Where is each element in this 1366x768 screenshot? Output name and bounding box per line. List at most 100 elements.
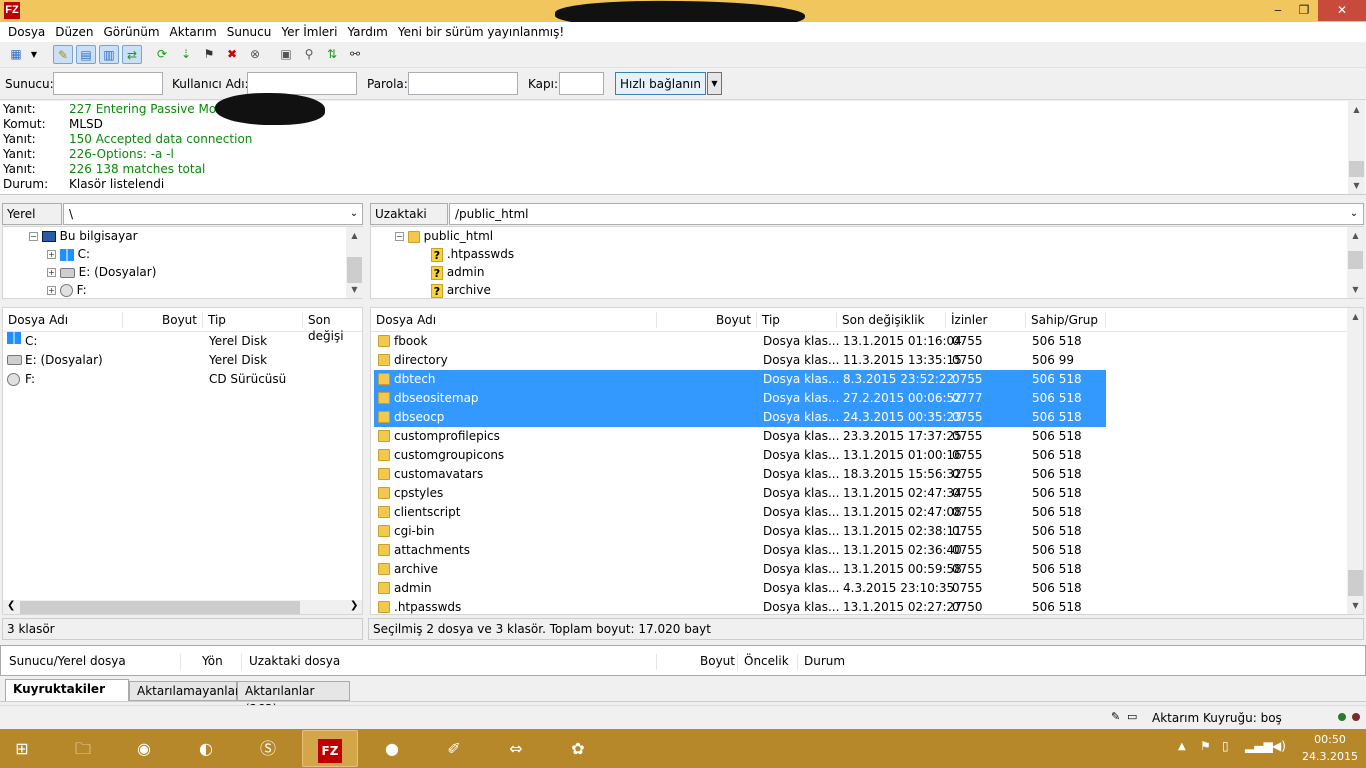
menu-sunucu[interactable]: Sunucu [222, 22, 277, 42]
table-row[interactable]: cgi-bin Dosya klas... 13.1.2015 02:38:11 07… [374, 522, 1344, 541]
table-row[interactable]: cpstyles Dosya klas... 13.1.2015 02:47:34 0… [374, 484, 1344, 503]
tree-item-htpasswds[interactable]: ? .htpasswds [431, 245, 514, 263]
scroll-up-icon[interactable]: ▲ [1347, 227, 1364, 244]
remote-path-dropdown-icon[interactable]: ⌄ [1346, 205, 1362, 223]
list-item[interactable]: C: Yerel Disk [7, 332, 357, 351]
list-item[interactable]: E: (Dosyalar) Yerel Disk [7, 351, 357, 370]
username-input[interactable] [247, 72, 357, 95]
col-direction[interactable]: Yön [196, 654, 242, 670]
scroll-down-icon[interactable]: ▼ [346, 281, 363, 298]
settings-icon[interactable]: ✿ [550, 730, 606, 767]
scroll-right-icon[interactable]: ❯ [350, 600, 358, 611]
tree-item-c[interactable]: + C: [47, 245, 90, 263]
sync-browse-icon[interactable]: ⇅ [322, 45, 342, 64]
disconnect-icon[interactable]: ⊗ [245, 45, 265, 64]
table-row[interactable]: attachments Dosya klas... 13.1.2015 02:36:… [374, 541, 1344, 560]
table-row[interactable]: .htpasswds Dosya klas... 13.1.2015 02:27:2… [374, 598, 1344, 614]
col-filename[interactable]: Dosya Adı [3, 312, 123, 328]
clock-date[interactable]: 24.3.2015 [1302, 750, 1358, 763]
table-row[interactable]: customgroupicons Dosya klas... 13.1.2015 0… [374, 446, 1344, 465]
chrome-icon[interactable]: ◉ [116, 730, 172, 767]
minimize-button[interactable]: ‒ [1266, 0, 1290, 21]
col-filename[interactable]: Dosya Adı [371, 312, 657, 328]
table-row[interactable]: archive Dosya klas... 13.1.2015 00:59:58 07… [374, 560, 1344, 579]
remote-path-input[interactable]: /public_html [449, 203, 1364, 225]
maximize-button[interactable]: ❐ [1291, 0, 1317, 21]
col-permissions[interactable]: İzinler [946, 312, 1026, 328]
col-size[interactable]: Boyut [123, 312, 203, 328]
tray-arrow-icon[interactable]: ▲ [1178, 741, 1186, 752]
scroll-thumb[interactable] [20, 601, 300, 614]
toggle-remote-tree-icon[interactable]: ▥ [99, 45, 119, 64]
port-input[interactable] [559, 72, 604, 95]
filezilla-icon[interactable]: FZ [302, 730, 358, 767]
toggle-queue-icon[interactable]: ⇄ [122, 45, 142, 64]
quickconnect-button[interactable]: Hızlı bağlanın [615, 72, 706, 95]
menu-duzen[interactable]: Düzen [50, 22, 98, 42]
col-status[interactable]: Durum [798, 654, 858, 670]
clock-time[interactable]: 00:50 [1302, 733, 1358, 746]
scroll-up-icon[interactable]: ▲ [1348, 101, 1365, 118]
table-row[interactable]: fbook Dosya klas... 13.1.2015 01:16:04 0755… [374, 332, 1344, 351]
col-modified[interactable]: Son değişiklik [837, 312, 946, 328]
password-input[interactable] [408, 72, 518, 95]
col-owner[interactable]: Sahip/Grup [1026, 312, 1106, 328]
site-manager-icon[interactable]: ▦ [6, 45, 26, 64]
teamviewer-icon[interactable]: ⇔ [488, 730, 544, 767]
tree-item-admin[interactable]: ? admin [431, 263, 484, 281]
menu-yardim[interactable]: Yardım [342, 22, 392, 42]
refresh-icon[interactable]: ⟳ [152, 45, 172, 64]
scroll-down-icon[interactable]: ▼ [1348, 177, 1365, 194]
battery-icon[interactable]: ▯ [1222, 739, 1229, 753]
table-row[interactable]: dbseocp Dosya klas... 24.3.2015 00:35:23 07… [374, 408, 1106, 427]
cancel-icon[interactable]: ✖ [222, 45, 242, 64]
compare-icon[interactable]: ⚲ [299, 45, 319, 64]
local-path-input[interactable]: \ [63, 203, 363, 225]
local-tree-scrollbar[interactable]: ▲ ▼ [346, 227, 363, 298]
list-item[interactable]: F: CD Sürücüsü [7, 370, 357, 389]
remote-list-scrollbar[interactable]: ▲ ▼ [1347, 308, 1363, 614]
table-row[interactable]: customavatars Dosya klas... 18.3.2015 15:5… [374, 465, 1344, 484]
local-path-dropdown-icon[interactable]: ⌄ [346, 205, 362, 223]
filter-flag-icon[interactable]: ⚑ [199, 45, 219, 64]
search-icon[interactable]: ⚯ [345, 45, 365, 64]
menu-gorunum[interactable]: Görünüm [98, 22, 164, 42]
table-row[interactable]: clientscript Dosya klas... 13.1.2015 02:47… [374, 503, 1344, 522]
remote-tree-scrollbar[interactable]: ▲ ▼ [1347, 227, 1364, 298]
host-input[interactable] [53, 72, 163, 95]
table-row[interactable]: dbseositemap Dosya klas... 27.2.2015 00:06… [374, 389, 1106, 408]
table-row[interactable]: customprofilepics Dosya klas... 23.3.2015 … [374, 427, 1344, 446]
close-button[interactable]: ✕ [1318, 0, 1366, 21]
col-local-file[interactable]: Sunucu/Yerel dosya [3, 654, 181, 670]
menu-yer-imleri[interactable]: Yer İmleri [276, 22, 342, 42]
col-priority[interactable]: Öncelik [738, 654, 798, 670]
col-modified[interactable]: Son değişi [303, 312, 362, 343]
menu-dosya[interactable]: Dosya [3, 22, 50, 42]
tab-successful[interactable]: Aktarılanlar (263) [237, 681, 350, 716]
tab-failed[interactable]: Aktarılamayanlar [129, 681, 240, 701]
menu-aktarim[interactable]: Aktarım [165, 22, 222, 42]
col-type[interactable]: Tip [757, 312, 837, 328]
log-scrollbar[interactable]: ▲ ▼ [1348, 101, 1365, 194]
start-icon[interactable]: ⊞ [0, 730, 44, 767]
file-explorer-icon[interactable]: 🗀 [55, 730, 111, 767]
table-row[interactable]: directory Dosya klas... 11.3.2015 13:35:15… [374, 351, 1344, 370]
tree-item-public-html[interactable]: − public_html [395, 227, 493, 245]
scroll-thumb[interactable] [347, 257, 362, 283]
tree-item-f[interactable]: + F: [47, 281, 87, 299]
col-size[interactable]: Boyut [694, 654, 738, 670]
local-hscrollbar[interactable]: ❮ ❯ [3, 600, 362, 614]
table-row[interactable]: dbtech Dosya klas... 8.3.2015 23:52:22 0755… [374, 370, 1106, 389]
process-queue-icon[interactable]: ⇣ [176, 45, 196, 64]
app-icon[interactable]: ● [364, 730, 420, 767]
filter-icon[interactable]: ▣ [276, 45, 296, 64]
tree-item-e[interactable]: + E: (Dosyalar) [47, 263, 156, 281]
flag-icon[interactable]: ⚑ [1200, 739, 1211, 753]
scroll-down-icon[interactable]: ▼ [1347, 281, 1364, 298]
network-icon[interactable]: ▂▄▆ [1245, 739, 1273, 753]
scroll-up-icon[interactable]: ▲ [1347, 308, 1363, 325]
scroll-up-icon[interactable]: ▲ [346, 227, 363, 244]
col-type[interactable]: Tip [203, 312, 303, 328]
scroll-thumb[interactable] [1349, 161, 1364, 177]
tree-item-this-pc[interactable]: − Bu bilgisayar [29, 227, 138, 245]
